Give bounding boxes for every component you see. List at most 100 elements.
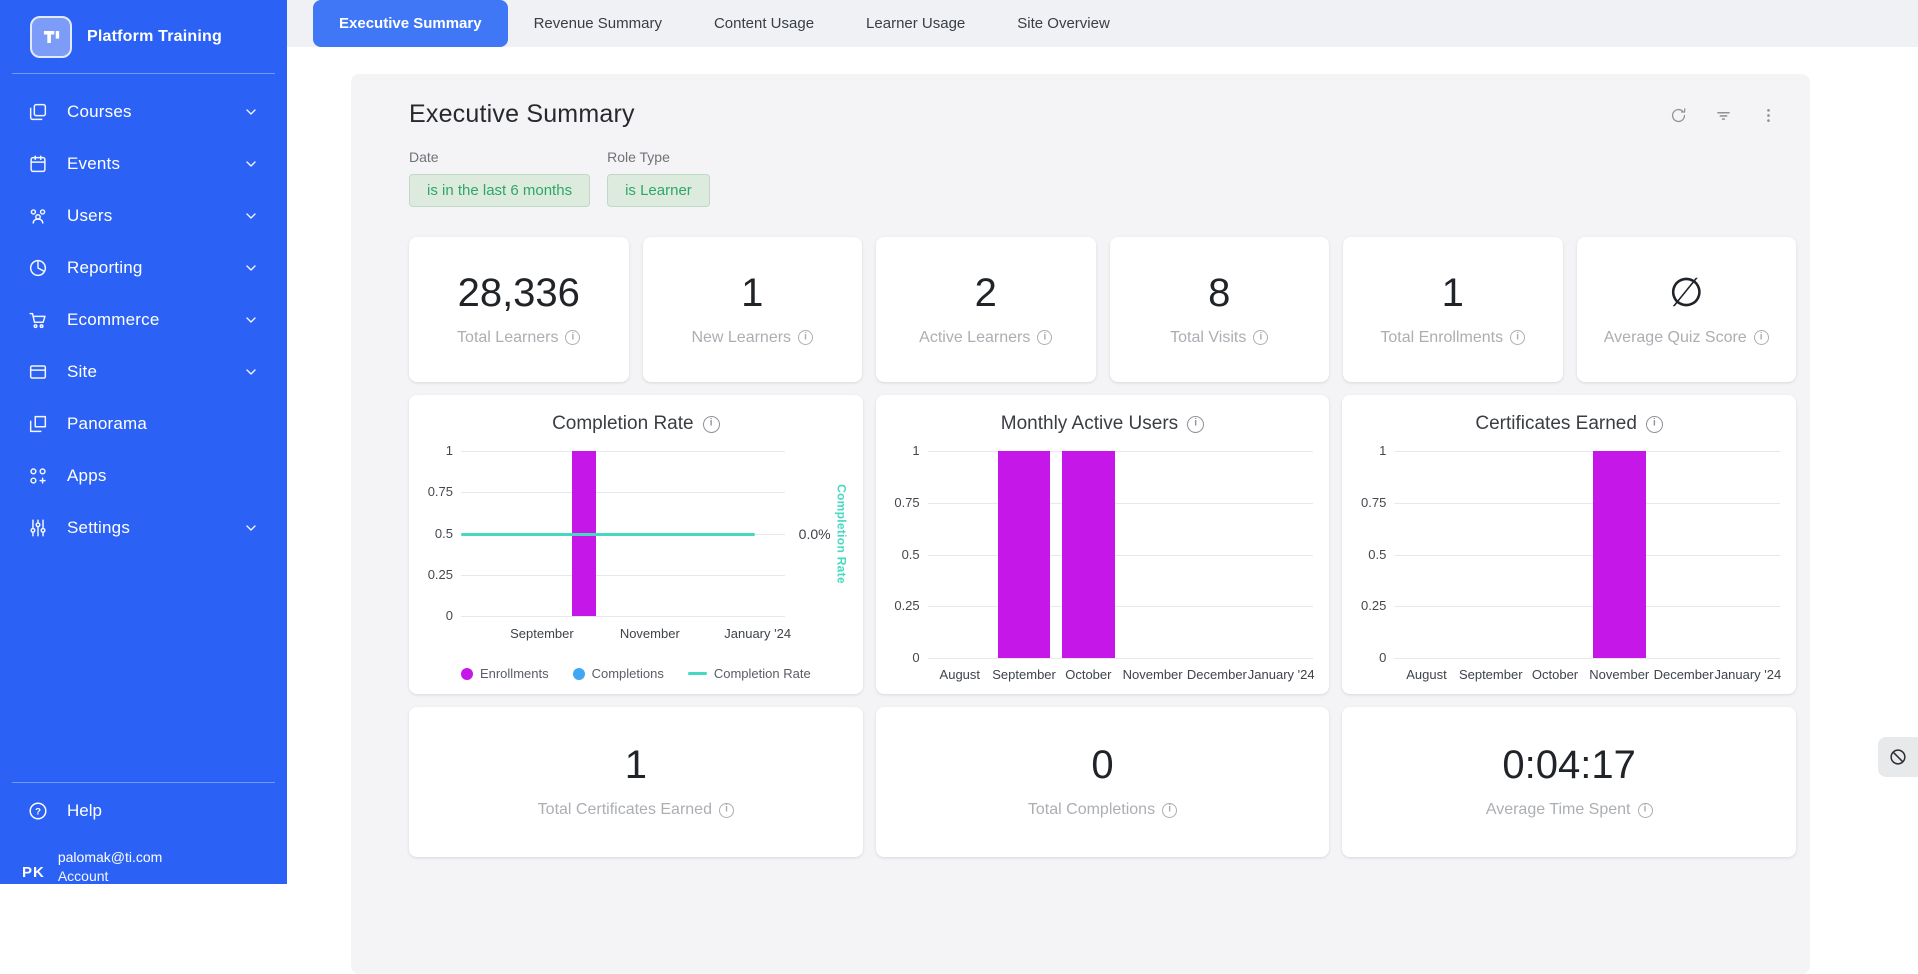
- x-axis-label: August: [1406, 667, 1447, 682]
- account-email: palomak@ti.com: [57, 849, 163, 865]
- sidebar-item-reporting[interactable]: Reporting: [0, 242, 287, 294]
- legend-swatch-enrollments: [460, 667, 473, 680]
- right-axis-label: Completion Rate: [834, 483, 849, 584]
- kpi-total-enrollments: 1 Total Enrollments: [1343, 237, 1563, 382]
- legend-swatch-completion-rate: [687, 672, 707, 675]
- x-axis-label: January '24: [1714, 667, 1782, 682]
- sidebar-item-apps[interactable]: Apps: [0, 450, 287, 502]
- x-axis-label: August: [939, 667, 981, 682]
- page-title: Executive Summary: [409, 100, 635, 128]
- y-axis-tick: 0.25: [894, 598, 920, 614]
- gridline: [1394, 451, 1780, 452]
- sidebar-item-events[interactable]: Events: [0, 138, 287, 190]
- sidebar-nav: Courses Events Users Reporting Ecommerce…: [0, 74, 287, 554]
- info-icon[interactable]: [1637, 802, 1653, 818]
- sidebar-item-settings[interactable]: Settings: [0, 502, 287, 554]
- tab-site-overview[interactable]: Site Overview: [991, 0, 1136, 47]
- x-axis-label: September: [992, 667, 1056, 682]
- content: Executive Summary Date is in the last 6 …: [287, 47, 1918, 974]
- x-axis-label: October: [1065, 667, 1112, 682]
- account-menu[interactable]: PK palomak@ti.com Account: [0, 839, 287, 884]
- sidebar-item-users[interactable]: Users: [0, 190, 287, 242]
- settings-icon: [30, 519, 46, 537]
- help-icon: ?: [29, 802, 47, 820]
- sidebar-item-courses[interactable]: Courses: [0, 86, 287, 138]
- info-icon[interactable]: [1187, 415, 1205, 433]
- y-axis-tick: 0.25: [427, 566, 453, 582]
- info-icon[interactable]: [702, 415, 720, 433]
- info-icon[interactable]: [1037, 330, 1053, 345]
- x-axis-label: November: [1122, 667, 1183, 682]
- tab-learner-usage[interactable]: Learner Usage: [840, 0, 991, 47]
- chevron-down-icon: [246, 369, 256, 375]
- panorama-icon: [29, 415, 47, 433]
- completion-rate-line: [461, 532, 755, 536]
- x-axis-label: October: [1531, 667, 1579, 682]
- kebab-menu-icon[interactable]: [1759, 106, 1778, 125]
- sidebar-item-ecommerce[interactable]: Ecommerce: [0, 294, 287, 346]
- side-panel-toggle[interactable]: [1878, 737, 1918, 777]
- x-axis-label: November: [1589, 667, 1650, 682]
- chart-certificates-earned: Certificates Earned 00.250.50.751 August…: [1342, 395, 1796, 694]
- gridline: [1394, 502, 1780, 504]
- x-axis-label: September: [510, 626, 574, 641]
- kpi-row: 28,336 Total Learners 1 New Learners 2 A…: [409, 237, 1796, 382]
- y-axis-tick: 0: [445, 608, 453, 623]
- tab-revenue-summary[interactable]: Revenue Summary: [508, 0, 688, 47]
- gridline: [461, 451, 785, 452]
- y-axis-tick: 0.5: [901, 546, 920, 562]
- reporting-icon: [29, 259, 47, 277]
- info-icon[interactable]: [798, 330, 814, 345]
- bar-certificates-earned: [1592, 451, 1646, 658]
- site-icon: [29, 365, 47, 379]
- chart-monthly-active-users: Monthly Active Users 00.250.50.751 Augus…: [875, 395, 1330, 694]
- kpi-active-learners: 2 Active Learners: [876, 237, 1096, 382]
- users-icon: [30, 209, 46, 224]
- gridline: [461, 492, 785, 494]
- info-icon[interactable]: [1645, 415, 1663, 433]
- sidebar-item-site[interactable]: Site: [0, 346, 287, 398]
- stat-total-completions: 0 Total Completions: [875, 707, 1330, 857]
- info-icon[interactable]: [718, 802, 734, 818]
- filter-date-chip[interactable]: is in the last 6 months: [409, 174, 591, 207]
- info-icon[interactable]: [1753, 330, 1769, 345]
- sidebar-item-panorama[interactable]: Panorama: [0, 398, 287, 450]
- chevron-down-icon: [246, 317, 256, 323]
- chevron-down-icon: [246, 213, 256, 219]
- charts-row: Completion Rate 0 0.25 0.5 0.75 1 0.0%Complet…: [409, 395, 1796, 694]
- info-icon[interactable]: [1253, 330, 1269, 345]
- y-axis-tick: 1: [445, 443, 453, 458]
- filter-role-label: Role Type: [607, 149, 670, 165]
- avatar: PK: [22, 864, 45, 881]
- tab-executive-summary[interactable]: Executive Summary: [313, 0, 508, 47]
- filter-icon[interactable]: [1714, 106, 1733, 125]
- stat-average-time-spent: 0:04:17 Average Time Spent: [1342, 707, 1796, 857]
- gridline: [461, 574, 785, 576]
- gridline: [461, 616, 785, 617]
- svg-text:?: ?: [35, 806, 41, 817]
- gridline: [927, 451, 1314, 452]
- x-axis-label: December: [1186, 667, 1247, 682]
- y-axis-tick: 0.75: [427, 484, 453, 500]
- sidebar: Platform Training Courses Events Users R…: [0, 0, 287, 884]
- apps-icon: [30, 468, 46, 484]
- bar-monthly-active-users: [1061, 451, 1115, 658]
- info-icon[interactable]: [1510, 330, 1526, 345]
- info-icon[interactable]: [565, 330, 581, 345]
- brand-header[interactable]: Platform Training: [12, 0, 275, 74]
- monthly-active-users-plot: 0 0.25 0.5 0.75 1: [894, 444, 1314, 664]
- filter-role-chip[interactable]: is Learner: [607, 174, 710, 207]
- tab-content-usage[interactable]: Content Usage: [688, 0, 840, 47]
- chevron-down-icon: [246, 109, 256, 115]
- stat-total-certificates-earned: 1 Total Certificates Earned: [409, 707, 863, 857]
- help-button[interactable]: ? Help: [0, 783, 287, 839]
- sidebar-footer: ? Help PK palomak@ti.com Account: [0, 782, 287, 884]
- refresh-icon[interactable]: [1669, 106, 1688, 125]
- platform-training-logo: [30, 16, 72, 58]
- kpi-average-quiz-score: ∅ Average Quiz Score: [1576, 237, 1796, 382]
- kpi-total-learners: 28,336 Total Learners: [409, 237, 629, 382]
- completion-rate-plot: 0 0.25 0.5 0.75 1 0.0% Completion Rate: [428, 444, 849, 622]
- chart-legend: Enrollments Completions Completion Rate: [409, 666, 863, 681]
- info-icon[interactable]: [1162, 802, 1178, 818]
- x-axis-label: January '24: [1247, 667, 1315, 682]
